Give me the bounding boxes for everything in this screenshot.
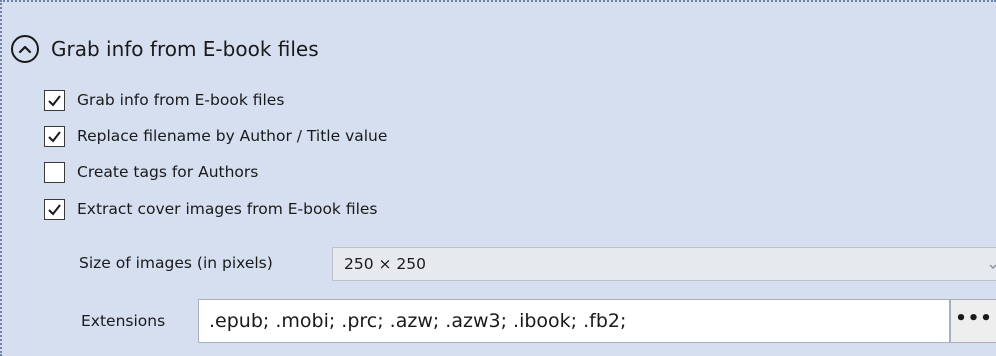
checkmark-icon	[48, 130, 61, 143]
extensions-input[interactable]: .epub; .mobi; .prc; .azw; .azw3; .ibook;…	[198, 299, 950, 343]
replace-filename-checkbox[interactable]	[44, 125, 65, 147]
more-icon: •••	[955, 308, 993, 329]
option-extract-covers[interactable]: Extract cover images from E-book files	[44, 197, 378, 221]
checkmark-icon	[48, 203, 61, 216]
extract-covers-label: Extract cover images from E-book files	[77, 200, 378, 218]
image-size-value: 250 × 250	[344, 255, 427, 273]
option-replace-filename[interactable]: Replace filename by Author / Title value	[44, 124, 387, 148]
create-tags-checkbox[interactable]	[44, 161, 65, 183]
section-header[interactable]: Grab info from E-book files	[11, 32, 319, 66]
replace-filename-label: Replace filename by Author / Title value	[77, 127, 388, 145]
image-size-label: Size of images (in pixels)	[79, 254, 273, 272]
option-create-tags[interactable]: Create tags for Authors	[44, 160, 258, 184]
checkmark-icon	[48, 94, 61, 107]
extensions-label: Extensions	[81, 312, 166, 330]
option-grab-info[interactable]: Grab info from E-book files	[44, 88, 284, 112]
grab-info-checkbox[interactable]	[44, 89, 65, 111]
grab-info-label: Grab info from E-book files	[77, 91, 285, 109]
section-title: Grab info from E-book files	[51, 37, 319, 61]
ebook-options-panel: Grab info from E-book files Grab info fr…	[0, 0, 996, 356]
chevron-up-circle-icon[interactable]	[11, 35, 39, 63]
image-size-select[interactable]: 250 × 250	[332, 247, 996, 281]
create-tags-label: Create tags for Authors	[77, 163, 259, 181]
extensions-value: .epub; .mobi; .prc; .azw; .azw3; .ibook;…	[209, 310, 627, 332]
browse-button[interactable]: •••	[950, 299, 996, 343]
chevron-down-icon[interactable]	[987, 257, 996, 276]
extract-covers-checkbox[interactable]	[44, 198, 65, 220]
